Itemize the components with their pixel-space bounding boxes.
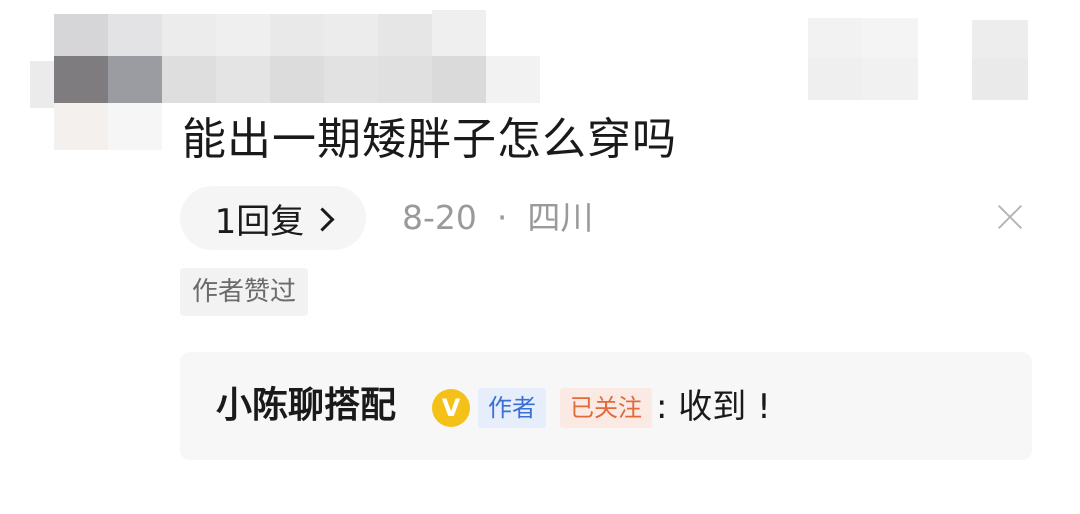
chevron-right-icon [310,206,335,232]
reply-count-label: 1回复 [214,201,305,242]
comment-location: 四川 [527,198,594,237]
author-reply-card[interactable]: 小陈聊搭配 V 作者 已关注 : 收到 ! [180,352,1032,460]
meta-separator: · [496,198,508,237]
redacted-header-right [808,14,1038,104]
comment-date: 8-20 [402,198,477,237]
comment-meta: 8-20 · 四川 [402,196,593,240]
close-icon[interactable] [996,203,1024,231]
comment-screenshot: 能出一期矮胖子怎么穿吗 1回复 8-20 · 四川 作者赞过 小陈聊搭配 V 作者 … [0,0,1080,514]
verified-badge-icon: V [432,389,470,427]
reply-text: : 收到 ! [656,387,771,427]
author-liked-badge: 作者赞过 [180,268,309,316]
followed-tag: 已关注 [560,388,652,428]
comment-text: 能出一期矮胖子怎么穿吗 [182,114,677,165]
author-tag: 作者 [478,388,546,428]
reply-author-name[interactable]: 小陈聊搭配 [216,382,396,430]
reply-count-button[interactable]: 1回复 [180,186,366,250]
